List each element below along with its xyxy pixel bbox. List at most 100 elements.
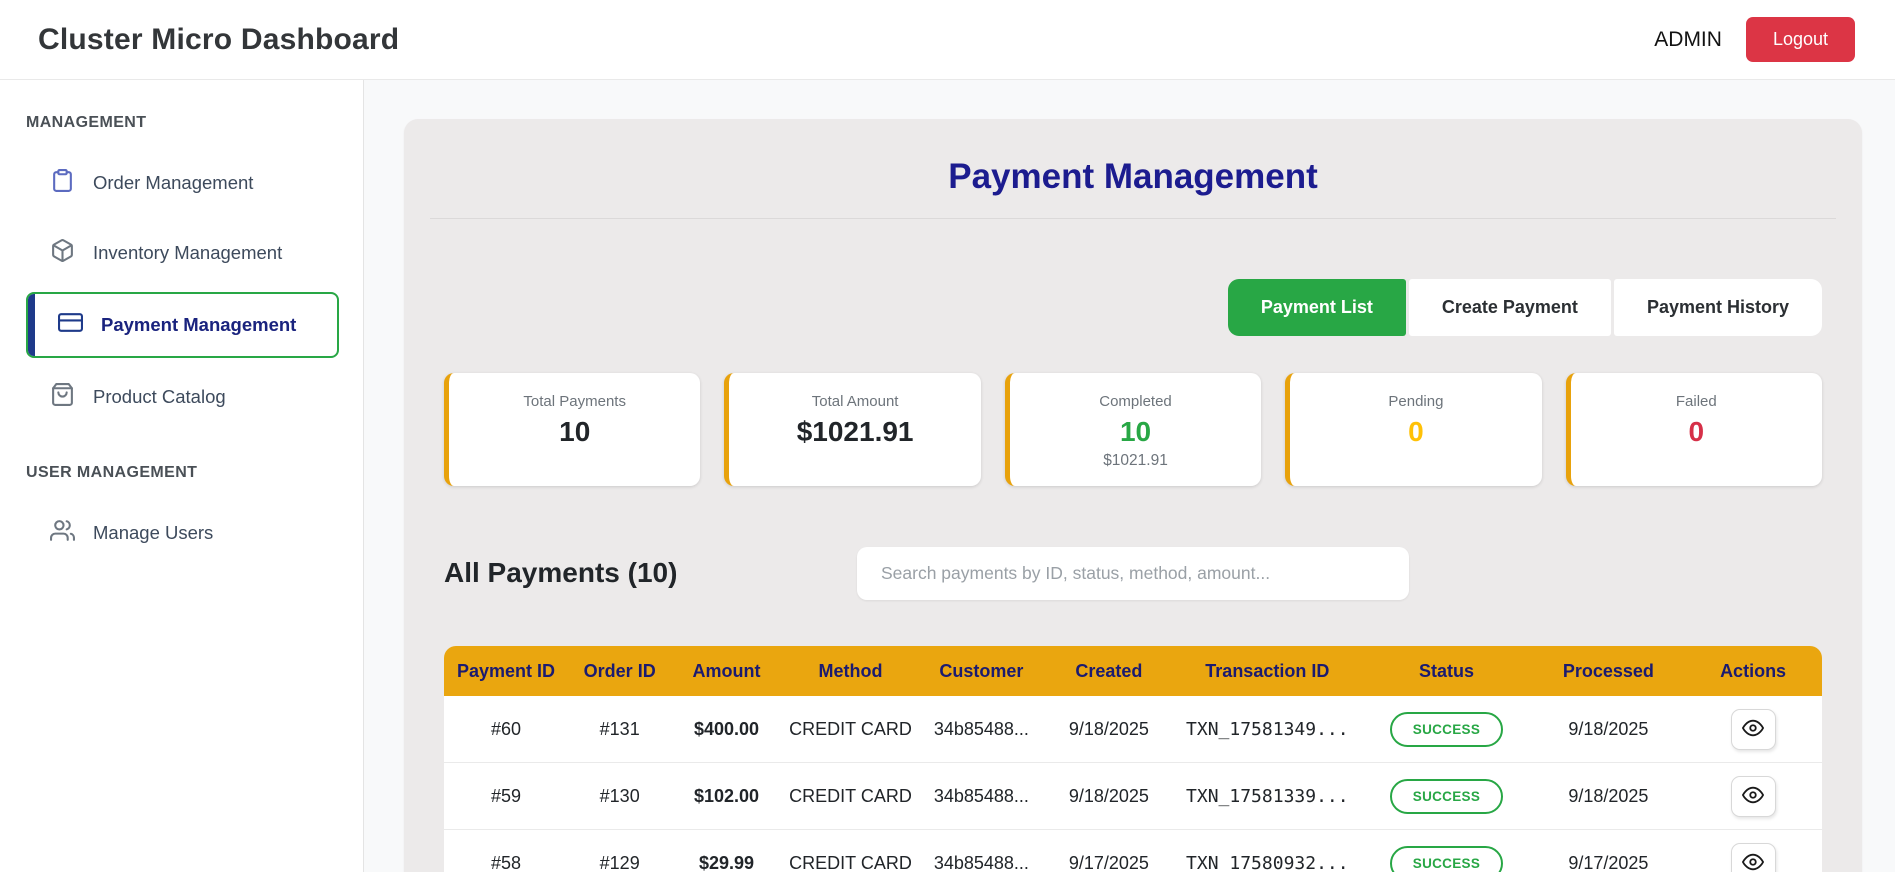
top-bar: Cluster Micro Dashboard ADMIN Logout bbox=[0, 0, 1895, 80]
payment-management-panel: Payment Management Payment List Create P… bbox=[404, 119, 1862, 872]
cell-amount: $102.00 bbox=[671, 763, 781, 830]
payments-table: Payment ID Order ID Amount Method Custom… bbox=[444, 646, 1822, 872]
col-payment-id: Payment ID bbox=[444, 646, 568, 696]
col-method: Method bbox=[782, 646, 920, 696]
col-customer: Customer bbox=[919, 646, 1043, 696]
page-title: Payment Management bbox=[444, 157, 1822, 197]
col-status: Status bbox=[1360, 646, 1532, 696]
sidebar-item-order-management[interactable]: Order Management bbox=[26, 152, 339, 214]
stat-card-total-payments: Total Payments 10 bbox=[444, 373, 700, 486]
cell-order-id: #130 bbox=[568, 763, 671, 830]
cell-order-id: #129 bbox=[568, 830, 671, 872]
cell-processed: 9/18/2025 bbox=[1533, 696, 1685, 763]
table-row: #60 #131 $400.00 CREDIT CARD 34b85488...… bbox=[444, 696, 1822, 763]
payment-tabs: Payment List Create Payment Payment Hist… bbox=[444, 279, 1822, 336]
cell-transaction-id: TXN_17581339... bbox=[1174, 763, 1360, 830]
stat-card-completed: Completed 10 $1021.91 bbox=[1005, 373, 1261, 486]
cell-amount: $29.99 bbox=[671, 830, 781, 872]
cell-customer: 34b85488... bbox=[919, 830, 1043, 872]
view-payment-button[interactable] bbox=[1731, 776, 1776, 817]
stat-label: Failed bbox=[1579, 393, 1814, 410]
sidebar-item-label: Payment Management bbox=[101, 314, 296, 336]
cell-payment-id: #58 bbox=[444, 830, 568, 872]
cell-customer: 34b85488... bbox=[919, 696, 1043, 763]
main-content: Payment Management Payment List Create P… bbox=[364, 80, 1895, 872]
cell-order-id: #131 bbox=[568, 696, 671, 763]
stat-value: 0 bbox=[1298, 416, 1533, 448]
col-amount: Amount bbox=[671, 646, 781, 696]
stat-label: Total Amount bbox=[737, 393, 972, 410]
status-badge: SUCCESS bbox=[1390, 712, 1503, 747]
sidebar-item-manage-users[interactable]: Manage Users bbox=[26, 502, 339, 564]
cell-amount: $400.00 bbox=[671, 696, 781, 763]
sidebar-section-management: MANAGEMENT bbox=[26, 114, 339, 132]
shopping-bag-icon bbox=[50, 382, 75, 412]
sidebar-item-product-catalog[interactable]: Product Catalog bbox=[26, 366, 339, 428]
stat-value: 10 bbox=[1018, 416, 1253, 448]
user-role-label: ADMIN bbox=[1654, 28, 1722, 52]
payments-list-header: All Payments (10) bbox=[444, 546, 1822, 600]
cell-created: 9/18/2025 bbox=[1043, 763, 1174, 830]
sidebar-item-label: Inventory Management bbox=[93, 242, 282, 264]
title-divider bbox=[430, 218, 1836, 219]
cell-status: SUCCESS bbox=[1360, 830, 1532, 872]
cell-actions bbox=[1684, 830, 1822, 872]
cell-method: CREDIT CARD bbox=[782, 830, 920, 872]
cell-payment-id: #59 bbox=[444, 763, 568, 830]
eye-icon bbox=[1742, 851, 1764, 872]
credit-card-icon bbox=[58, 310, 83, 340]
cell-processed: 9/18/2025 bbox=[1533, 763, 1685, 830]
sidebar-item-label: Product Catalog bbox=[93, 386, 226, 408]
table-row: #59 #130 $102.00 CREDIT CARD 34b85488...… bbox=[444, 763, 1822, 830]
cell-status: SUCCESS bbox=[1360, 763, 1532, 830]
tab-payment-list[interactable]: Payment List bbox=[1228, 279, 1406, 336]
cell-transaction-id: TXN_17581349... bbox=[1174, 696, 1360, 763]
cell-actions bbox=[1684, 696, 1822, 763]
sidebar: MANAGEMENT Order Management Inventory Ma… bbox=[0, 80, 364, 872]
sidebar-item-label: Manage Users bbox=[93, 522, 213, 544]
app-title: Cluster Micro Dashboard bbox=[38, 23, 399, 57]
status-badge: SUCCESS bbox=[1390, 846, 1503, 872]
eye-icon bbox=[1742, 784, 1764, 809]
stat-label: Completed bbox=[1018, 393, 1253, 410]
stat-label: Total Payments bbox=[457, 393, 692, 410]
cell-status: SUCCESS bbox=[1360, 696, 1532, 763]
stat-cards: Total Payments 10 Total Amount $1021.91 … bbox=[444, 373, 1822, 486]
view-payment-button[interactable] bbox=[1731, 709, 1776, 750]
cell-created: 9/18/2025 bbox=[1043, 696, 1174, 763]
cell-method: CREDIT CARD bbox=[782, 763, 920, 830]
col-transaction-id: Transaction ID bbox=[1174, 646, 1360, 696]
cell-payment-id: #60 bbox=[444, 696, 568, 763]
stat-card-pending: Pending 0 bbox=[1285, 373, 1541, 486]
sidebar-section-user-management: USER MANAGEMENT bbox=[26, 464, 339, 482]
cell-method: CREDIT CARD bbox=[782, 696, 920, 763]
col-processed: Processed bbox=[1533, 646, 1685, 696]
users-icon bbox=[50, 518, 75, 548]
stat-card-total-amount: Total Amount $1021.91 bbox=[724, 373, 980, 486]
col-order-id: Order ID bbox=[568, 646, 671, 696]
col-created: Created bbox=[1043, 646, 1174, 696]
table-row: #58 #129 $29.99 CREDIT CARD 34b85488... … bbox=[444, 830, 1822, 872]
cube-icon bbox=[50, 238, 75, 268]
search-input[interactable] bbox=[857, 547, 1409, 600]
cell-customer: 34b85488... bbox=[919, 763, 1043, 830]
stat-card-failed: Failed 0 bbox=[1566, 373, 1822, 486]
clipboard-icon bbox=[50, 168, 75, 198]
stat-value: 10 bbox=[457, 416, 692, 448]
logout-button[interactable]: Logout bbox=[1746, 17, 1855, 62]
sidebar-item-inventory-management[interactable]: Inventory Management bbox=[26, 222, 339, 284]
tab-payment-history[interactable]: Payment History bbox=[1614, 279, 1822, 336]
tab-create-payment[interactable]: Create Payment bbox=[1409, 279, 1611, 336]
cell-created: 9/17/2025 bbox=[1043, 830, 1174, 872]
view-payment-button[interactable] bbox=[1731, 843, 1776, 872]
status-badge: SUCCESS bbox=[1390, 779, 1503, 814]
col-actions: Actions bbox=[1684, 646, 1822, 696]
all-payments-heading: All Payments (10) bbox=[444, 557, 677, 589]
stat-label: Pending bbox=[1298, 393, 1533, 410]
stat-sub-amount: $1021.91 bbox=[1018, 452, 1253, 470]
sidebar-item-label: Order Management bbox=[93, 172, 253, 194]
cell-actions bbox=[1684, 763, 1822, 830]
sidebar-item-payment-management[interactable]: Payment Management bbox=[26, 292, 339, 358]
eye-icon bbox=[1742, 717, 1764, 742]
stat-value: 0 bbox=[1579, 416, 1814, 448]
